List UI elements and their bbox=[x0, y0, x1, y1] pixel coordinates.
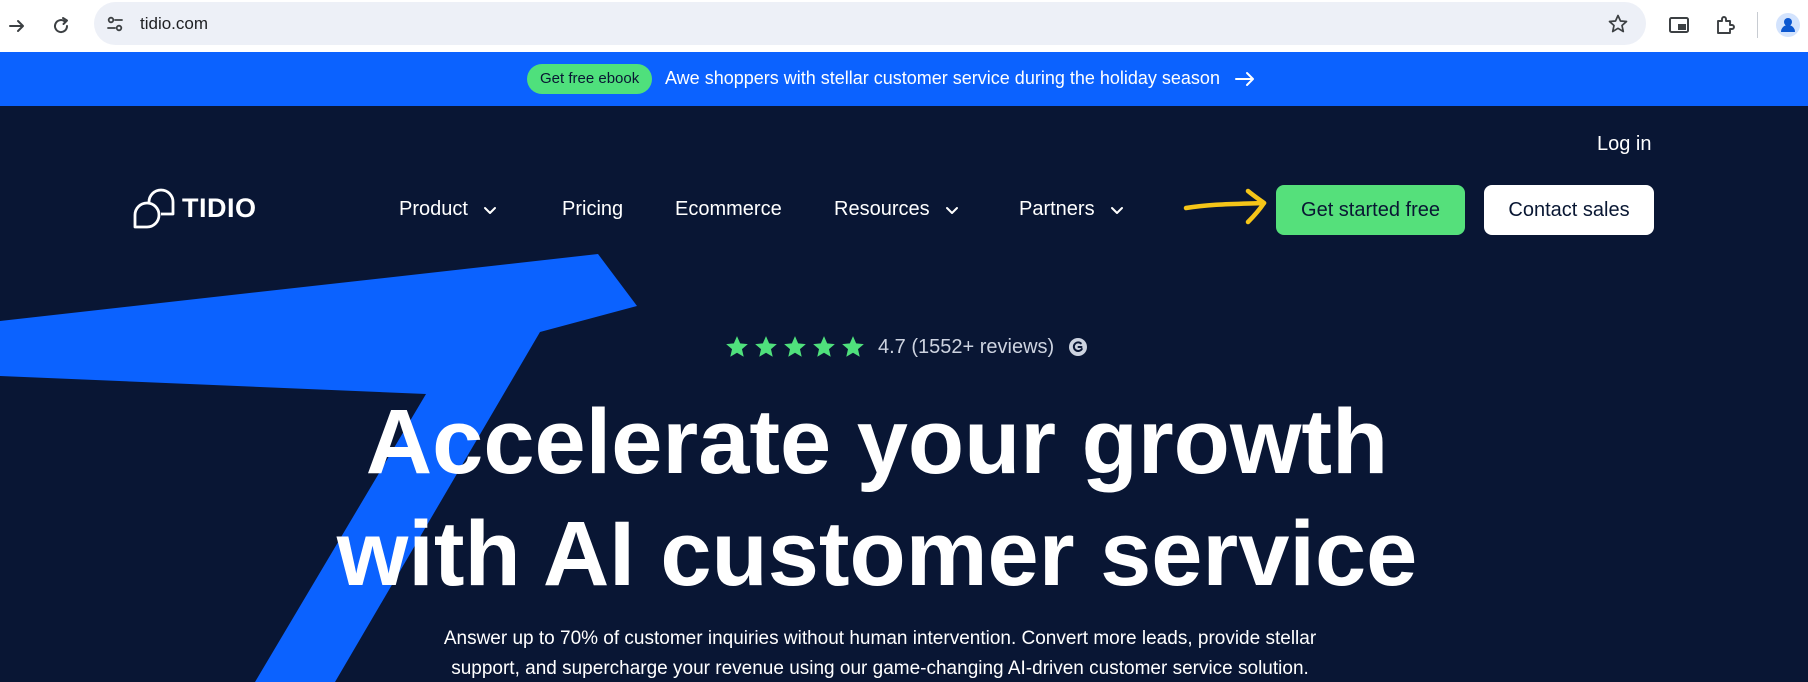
hero-headline-line-1: Accelerate your growth bbox=[365, 391, 1389, 493]
arrow-right-icon[interactable] bbox=[1234, 68, 1256, 90]
browser-toolbar: tidio.com bbox=[0, 0, 1808, 52]
address-bar[interactable]: tidio.com bbox=[94, 2, 1646, 45]
hero-subtext-line-2: support, and supercharge your revenue us… bbox=[451, 658, 1309, 679]
hero-section: Log in TIDIO Product Pricing Ecommerce R… bbox=[0, 106, 1808, 682]
annotation-arrow-icon bbox=[1183, 188, 1267, 225]
toolbar-divider bbox=[1757, 12, 1758, 38]
star-icon bbox=[784, 336, 806, 357]
bookmark-star-icon[interactable] bbox=[1606, 12, 1630, 36]
nav-pricing-label: Pricing bbox=[562, 198, 624, 220]
nav-pricing[interactable]: Pricing bbox=[562, 198, 623, 221]
rating-text: 4.7 (1552+ reviews) bbox=[878, 335, 1055, 358]
promo-text[interactable]: Awe shoppers with stellar customer servi… bbox=[665, 68, 1220, 89]
hero-subtext-line-1: Answer up to 70% of customer inquiries w… bbox=[443, 628, 1317, 649]
g2-logo-icon bbox=[1069, 338, 1088, 356]
url-text[interactable]: tidio.com bbox=[140, 14, 208, 34]
nav-partners[interactable]: Partners bbox=[1019, 198, 1125, 221]
tidio-logo[interactable]: TIDIO bbox=[132, 187, 257, 229]
nav-product-label: Product bbox=[399, 198, 468, 220]
extensions-icon[interactable] bbox=[1710, 10, 1740, 40]
nav-resources[interactable]: Resources bbox=[834, 198, 960, 221]
hero-headline-line-2: with AI customer service bbox=[336, 503, 1418, 605]
nav-product[interactable]: Product bbox=[399, 198, 498, 221]
site-info-icon[interactable] bbox=[103, 12, 127, 36]
promo-banner[interactable]: Get free ebook Awe shoppers with stellar… bbox=[0, 52, 1808, 106]
chevron-down-icon bbox=[945, 206, 958, 214]
chevron-down-icon bbox=[483, 206, 496, 214]
rating-stars bbox=[724, 334, 866, 360]
star-icon bbox=[813, 336, 835, 357]
star-icon bbox=[755, 336, 777, 357]
get-started-free-button[interactable]: Get started free bbox=[1276, 185, 1465, 235]
profile-avatar-icon[interactable] bbox=[1773, 10, 1803, 40]
picture-in-picture-icon[interactable] bbox=[1664, 10, 1694, 40]
star-icon bbox=[726, 336, 748, 357]
contact-sales-button[interactable]: Contact sales bbox=[1484, 185, 1654, 235]
chevron-down-icon bbox=[1110, 206, 1123, 214]
tidio-logo-icon bbox=[133, 188, 175, 229]
forward-icon[interactable] bbox=[0, 9, 34, 43]
nav-ecommerce[interactable]: Ecommerce bbox=[675, 198, 782, 221]
nav-ecommerce-label: Ecommerce bbox=[675, 198, 782, 220]
login-link[interactable]: Log in bbox=[1597, 133, 1652, 156]
nav-resources-label: Resources bbox=[834, 198, 930, 220]
promo-ebook-pill[interactable]: Get free ebook bbox=[527, 64, 653, 94]
logo-wordmark: TIDIO bbox=[182, 192, 257, 223]
reload-icon[interactable] bbox=[44, 9, 78, 43]
star-icon bbox=[842, 336, 864, 357]
nav-partners-label: Partners bbox=[1019, 198, 1095, 220]
rating-summary[interactable]: 4.7 (1552+ reviews) bbox=[724, 334, 1088, 360]
